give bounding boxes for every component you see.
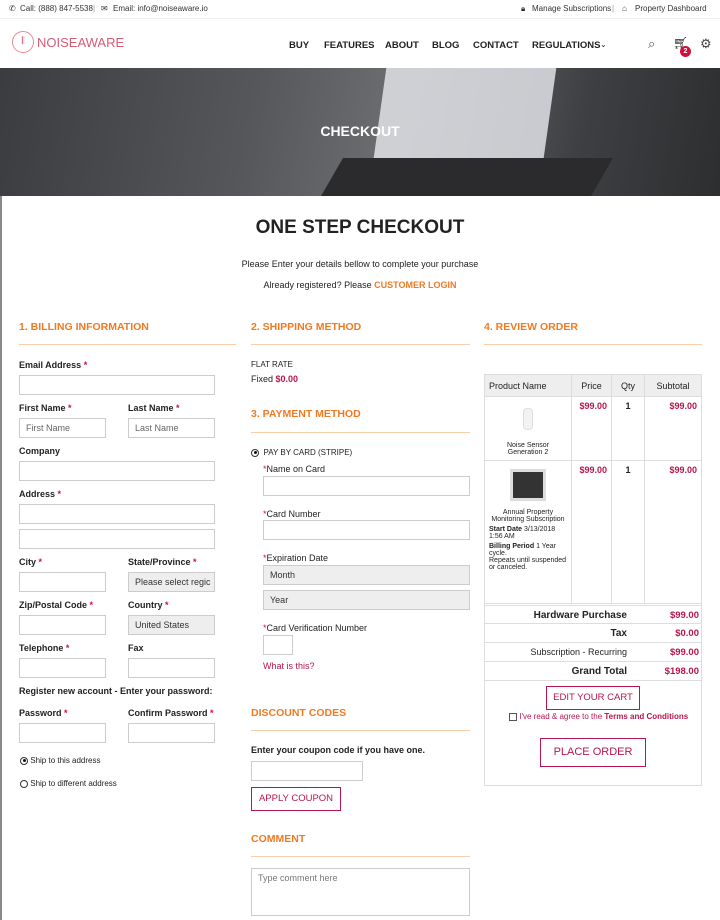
- telephone-input[interactable]: [19, 658, 106, 678]
- email-input[interactable]: [19, 375, 215, 395]
- terms-checkbox[interactable]: [509, 712, 517, 721]
- name-on-card-input[interactable]: [263, 476, 470, 496]
- nav-buy[interactable]: BUY: [289, 40, 309, 51]
- comment-textarea[interactable]: Type comment here: [251, 868, 470, 916]
- first-name-input[interactable]: First Name: [19, 418, 106, 438]
- what-is-this-link[interactable]: What is this?: [263, 661, 315, 671]
- ship-to-this-address-radio[interactable]: Ship to this address: [20, 756, 101, 765]
- nav-regulations[interactable]: REGULATIONS: [532, 40, 600, 51]
- payment-heading: 3. PAYMENT METHOD: [251, 408, 361, 420]
- hero-title: CHECKOUT: [320, 123, 400, 139]
- edit-cart-button[interactable]: EDIT YOUR CART: [546, 686, 640, 710]
- expiry-year-select[interactable]: Year: [263, 590, 470, 610]
- table-row: Noise Sensor Generation 2 $99.00 1 $99.0…: [484, 396, 702, 461]
- cart-count-badge: 2: [680, 46, 691, 57]
- last-name-input[interactable]: Last Name: [128, 418, 215, 438]
- email-link[interactable]: Email: info@noiseaware.io: [113, 4, 208, 13]
- country-select[interactable]: United States: [128, 615, 215, 635]
- cvv-input[interactable]: [263, 635, 293, 655]
- place-order-button[interactable]: PLACE ORDER: [540, 738, 646, 767]
- phone-link[interactable]: Call: (888) 847-5538: [20, 4, 93, 13]
- nav-features[interactable]: FEATURES: [324, 40, 375, 51]
- address-line1-input[interactable]: [19, 504, 215, 524]
- property-dashboard-link[interactable]: Property Dashboard: [635, 4, 707, 13]
- card-number-input[interactable]: [263, 520, 470, 540]
- tax-row: Tax $0.00: [484, 624, 702, 643]
- phone-icon: ✆: [9, 4, 16, 13]
- zip-input[interactable]: [19, 615, 106, 635]
- subscription-total-row: Subscription - Recurring $99.00: [484, 643, 702, 662]
- review-heading: 4. REVIEW ORDER: [484, 321, 578, 333]
- logo-icon[interactable]: 𝄃: [12, 31, 34, 53]
- terms-link[interactable]: Terms and Conditions: [604, 712, 688, 721]
- pay-by-card-radio[interactable]: PAY BY CARD (STRIPE): [251, 448, 352, 457]
- page-title: ONE STEP CHECKOUT: [255, 217, 465, 238]
- apply-coupon-button[interactable]: APPLY COUPON: [251, 787, 341, 811]
- billing-heading: 1. BILLING INFORMATION: [19, 321, 149, 333]
- home-icon: ⌂: [622, 4, 627, 13]
- search-icon[interactable]: ⌕: [648, 36, 655, 52]
- password-input[interactable]: [19, 723, 106, 743]
- manage-subscriptions-link[interactable]: Manage Subscriptions: [532, 4, 611, 13]
- company-input[interactable]: [19, 461, 215, 481]
- page-left-border: [0, 196, 2, 920]
- fax-input[interactable]: [128, 658, 215, 678]
- expiry-month-select[interactable]: Month: [263, 565, 470, 585]
- logo-text[interactable]: NOISEAWARE: [37, 35, 124, 50]
- hero-banner: CHECKOUT: [0, 68, 720, 196]
- coupon-input[interactable]: [251, 761, 363, 781]
- top-bar: ✆ Call: (888) 847-5538 | ✉ Email: info@n…: [9, 4, 707, 13]
- noise-sensor-image: [523, 408, 533, 430]
- shipping-heading: 2. SHIPPING METHOD: [251, 321, 362, 333]
- nav-contact[interactable]: CONTACT: [473, 40, 519, 51]
- address-line2-input[interactable]: [19, 529, 215, 549]
- page-subtitle: Please Enter your details bellow to comp…: [241, 259, 479, 269]
- customer-login-link[interactable]: CUSTOMER LOGIN: [374, 280, 456, 290]
- state-select[interactable]: Please select regic: [128, 572, 215, 592]
- main-nav: 𝄃 NOISEAWARE BUY FEATURES ABOUT BLOG CON…: [0, 18, 720, 68]
- comment-heading: COMMENT: [251, 833, 306, 845]
- nav-about[interactable]: ABOUT: [385, 40, 419, 51]
- confirm-password-input[interactable]: [128, 723, 215, 743]
- terms-checkbox-row: I've read & agree to the Terms and Condi…: [509, 712, 688, 721]
- grand-total-row: Grand Total $198.00: [484, 662, 702, 681]
- gear-icon[interactable]: ⚙: [700, 36, 712, 52]
- flat-rate-price: Fixed $0.00: [251, 374, 299, 384]
- order-table: Product Name Price Qty Subtotal Noise Senso…: [484, 374, 702, 604]
- hardware-total-row: Hardware Purchase $99.00: [484, 605, 702, 624]
- lock-icon: 🔒︎: [521, 4, 526, 13]
- chevron-down-icon[interactable]: ⌄: [600, 40, 607, 49]
- subscription-image: [510, 469, 546, 501]
- ship-to-different-address-radio[interactable]: Ship to different address: [20, 779, 117, 788]
- table-row: Annual Property Monitoring Subscription …: [484, 460, 702, 604]
- city-input[interactable]: [19, 572, 106, 592]
- discount-heading: DISCOUNT CODES: [251, 707, 347, 719]
- nav-blog[interactable]: BLOG: [432, 40, 459, 51]
- email-icon: ✉: [101, 4, 108, 13]
